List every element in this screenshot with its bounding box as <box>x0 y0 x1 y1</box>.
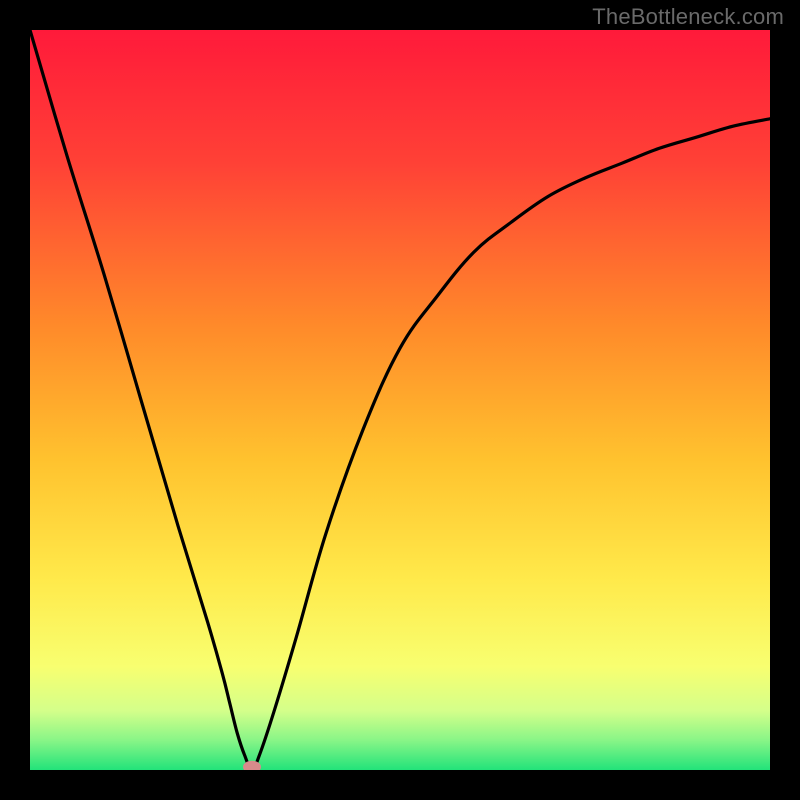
chart-svg <box>30 30 770 770</box>
credit-text: TheBottleneck.com <box>592 4 784 30</box>
chart-frame: TheBottleneck.com <box>0 0 800 800</box>
plot-area <box>30 30 770 770</box>
